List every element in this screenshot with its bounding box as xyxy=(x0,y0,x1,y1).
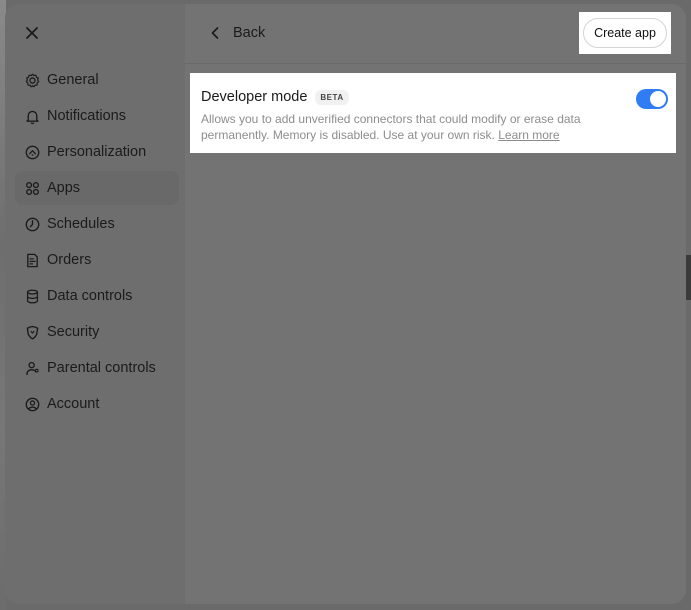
close-icon xyxy=(26,27,38,39)
sidebar-item-label: Data controls xyxy=(47,288,133,304)
toggle-knob xyxy=(650,91,666,107)
sidebar-item-notifications[interactable]: Notifications xyxy=(15,99,179,133)
personalization-icon xyxy=(23,143,41,161)
settings-modal: General Notifications Personalization Ap… xyxy=(5,4,686,604)
main-panel: Back Create app Developer mode BETA Allo… xyxy=(185,4,686,604)
sidebar-item-label: General xyxy=(47,72,99,88)
developer-mode-toggle[interactable] xyxy=(636,89,668,109)
clock-icon xyxy=(23,215,41,233)
sidebar-item-label: Orders xyxy=(47,252,92,268)
bell-icon xyxy=(23,107,41,125)
sidebar-item-label: Account xyxy=(47,396,100,412)
sidebar-item-data-controls[interactable]: Data controls xyxy=(15,279,179,313)
settings-nav: General Notifications Personalization Ap… xyxy=(15,63,179,423)
developer-mode-title: Developer mode xyxy=(201,89,308,105)
sidebar-item-apps[interactable]: Apps xyxy=(15,171,179,205)
developer-mode-card: Developer mode BETA Allows you to add un… xyxy=(190,73,676,153)
settings-sidebar: General Notifications Personalization Ap… xyxy=(5,4,185,604)
receipt-icon xyxy=(23,251,41,269)
create-app-highlight: Create app xyxy=(579,12,671,54)
sidebar-item-personalization[interactable]: Personalization xyxy=(15,135,179,169)
back-button[interactable]: Back xyxy=(207,21,265,45)
family-icon xyxy=(23,359,41,377)
sidebar-item-label: Parental controls xyxy=(47,360,156,376)
user-circle-icon xyxy=(23,395,41,413)
sidebar-item-label: Notifications xyxy=(47,108,126,124)
database-icon xyxy=(23,287,41,305)
panel-header: Back Create app xyxy=(185,4,686,64)
sidebar-item-security[interactable]: Security xyxy=(15,315,179,349)
chevron-left-icon xyxy=(211,27,219,39)
sidebar-item-label: Apps xyxy=(47,180,81,196)
sidebar-item-label: Personalization xyxy=(47,144,147,160)
developer-mode-description: Allows you to add unverified connectors … xyxy=(201,111,621,143)
beta-badge: BETA xyxy=(315,89,349,105)
create-app-button[interactable]: Create app xyxy=(583,18,667,48)
back-label: Back xyxy=(233,25,266,41)
sidebar-item-label: Schedules xyxy=(47,216,115,232)
apps-grid-icon xyxy=(23,179,41,197)
shield-icon xyxy=(23,323,41,341)
gear-icon xyxy=(23,71,41,89)
sidebar-item-orders[interactable]: Orders xyxy=(15,243,179,277)
sidebar-item-label: Security xyxy=(47,324,100,340)
sidebar-item-general[interactable]: General xyxy=(15,63,179,97)
sidebar-item-account[interactable]: Account xyxy=(15,387,179,421)
sidebar-item-schedules[interactable]: Schedules xyxy=(15,207,179,241)
learn-more-link[interactable]: Learn more xyxy=(498,128,559,142)
close-button[interactable] xyxy=(22,23,42,43)
sidebar-item-parental-controls[interactable]: Parental controls xyxy=(15,351,179,385)
